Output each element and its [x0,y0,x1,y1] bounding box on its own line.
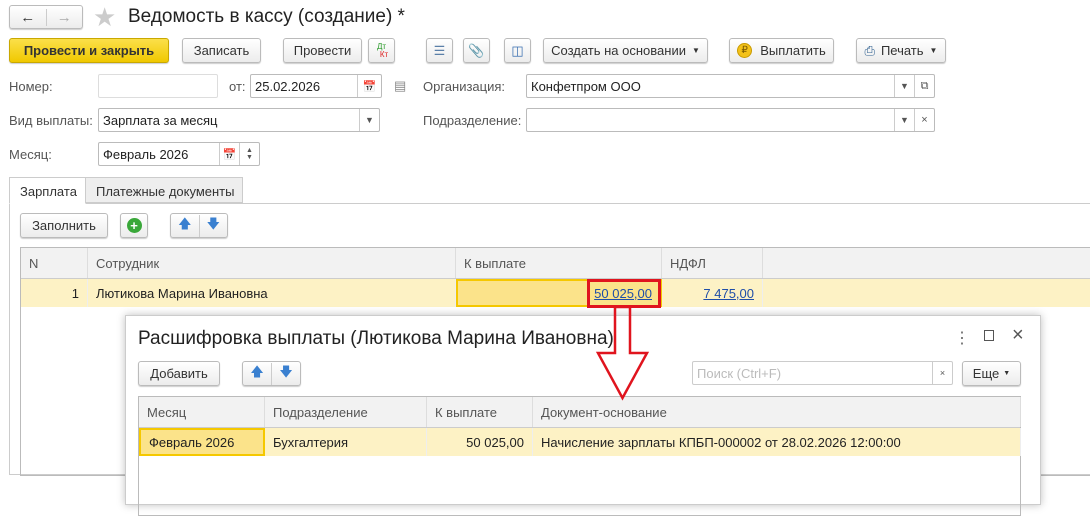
ruble-coin-icon: ₽ [737,43,753,58]
maximize-icon[interactable] [984,330,994,341]
list-icon[interactable]: ☰ [426,38,453,63]
arrow-up-icon[interactable]: 🡅 [243,362,272,385]
more-button[interactable]: Еще ▼ [962,361,1021,386]
col-n[interactable]: N [21,248,88,278]
cell-month[interactable]: Февраль 2026 [139,428,265,456]
tab-payment-documents[interactable]: Платежные документы [85,177,243,203]
post-and-close-button[interactable]: Провести и закрыть [9,38,169,63]
organization-label: Организация: [423,79,506,94]
col-to-pay[interactable]: К выплате [456,248,662,278]
table-row[interactable]: Февраль 2026 Бухгалтерия 50 025,00 Начис… [139,428,1021,456]
clear-icon[interactable]: × [914,109,934,131]
nav-buttons: ← → [9,5,83,29]
close-icon[interactable]: × [1012,324,1024,347]
create-based-on-button[interactable]: Создать на основании ▼ [543,38,708,63]
breakdown-table: Месяц Подразделение К выплате Документ-о… [138,396,1021,516]
calendar-icon[interactable]: 📅 [357,75,381,97]
cell-department: Бухгалтерия [265,428,427,456]
cell-to-pay: 50 025,00 [427,428,533,456]
month-stepper[interactable]: ▲ ▼ [239,143,259,165]
favorite-star-icon[interactable]: ★ [93,2,116,33]
date-value: 25.02.2026 [255,78,321,94]
pay-type-value: Зарплата за месяц [103,112,218,128]
kt-label: Кт [379,49,389,59]
more-vert-icon[interactable]: ⋮ [954,328,970,348]
clear-icon[interactable]: × [932,362,952,384]
window-title: Ведомость в кассу (создание) * [128,6,405,27]
dropdown-icon[interactable]: ▼ [359,109,379,131]
more-label: Еще [972,366,1000,381]
attachment-icon[interactable]: 📎 [463,38,490,63]
cell-n: 1 [21,279,88,307]
col-to-pay[interactable]: К выплате [427,397,533,427]
highlight-box [587,279,661,308]
department-input[interactable]: ▼ × [526,108,935,132]
open-icon[interactable]: ⧉ [914,75,934,97]
pay-type-select[interactable]: Зарплата за месяц ▼ [98,108,380,132]
col-month[interactable]: Месяц [139,397,265,427]
arrow-up-icon[interactable]: 🡅 [171,214,200,237]
chevron-down-icon: ▼ [691,46,700,55]
print-label: Печать [880,43,924,58]
move-buttons: 🡅 🡇 [170,213,228,238]
add-button[interactable]: Добавить [138,361,220,386]
department-label: Подразделение: [423,113,522,128]
back-arrow-icon[interactable]: ← [10,8,47,26]
organization-value: Конфетпром ООО [531,78,641,94]
create-based-label: Создать на основании [551,43,686,58]
month-input[interactable]: Февраль 2026 📅 ▲ ▼ [98,142,260,166]
structure-icon[interactable]: ◫ [504,38,531,63]
plus-icon: + [126,218,142,233]
annotation-arrow-icon [595,306,650,401]
move-buttons: 🡅 🡇 [242,361,301,386]
pay-type-label: Вид выплаты: [9,113,93,128]
cell-ndfl[interactable]: 7 475,00 [662,279,763,307]
arrow-down-icon[interactable]: 🡇 [200,215,228,237]
dropdown-icon[interactable]: ▼ [894,75,914,97]
dialog-title: Расшифровка выплаты (Лютикова Марина Ива… [138,328,614,349]
table-header: Месяц Подразделение К выплате Документ-о… [139,397,1021,428]
comment-icon[interactable]: ▤ [394,78,406,94]
cell-base-document: Начисление зарплаты КПБП-000002 от 28.02… [533,428,1021,456]
col-department[interactable]: Подразделение [265,397,427,427]
save-button[interactable]: Записать [182,38,261,63]
organization-input[interactable]: Конфетпром ООО ▼ ⧉ [526,74,935,98]
number-input[interactable] [98,74,218,98]
dropdown-icon[interactable]: ▼ [894,109,914,131]
ndfl-link[interactable]: 7 475,00 [703,286,754,301]
tab-salary[interactable]: Зарплата [9,177,86,204]
forward-arrow-icon[interactable]: → [47,9,83,26]
search-input[interactable]: Поиск (Ctrl+F) × [692,361,953,385]
date-input[interactable]: 25.02.2026 📅 [250,74,382,98]
arrow-down-icon[interactable]: 🡇 [272,363,300,385]
calendar-icon[interactable]: 📅 [219,143,239,165]
table-header: N Сотрудник К выплате НДФЛ [21,248,1090,279]
cell-employee: Лютикова Марина Ивановна [88,279,456,307]
post-button[interactable]: Провести [283,38,362,63]
col-ndfl[interactable]: НДФЛ [662,248,763,278]
chevron-down-icon: ▼ [929,46,938,55]
add-row-button[interactable]: + [120,213,148,238]
month-value: Февраль 2026 [103,146,189,162]
pay-button[interactable]: ₽ Выплатить [729,38,834,63]
pay-label: Выплатить [760,43,826,58]
payment-breakdown-dialog: Расшифровка выплаты (Лютикова Марина Ива… [125,315,1041,516]
print-button[interactable]: ⎙ Печать ▼ [856,38,946,63]
date-label: от: [229,79,246,94]
search-placeholder: Поиск (Ctrl+F) [697,365,782,381]
printer-icon: ⎙ [864,42,875,58]
col-employee[interactable]: Сотрудник [88,248,456,278]
fill-button[interactable]: Заполнить [20,213,108,238]
number-label: Номер: [9,79,53,94]
table-row[interactable]: 1 Лютикова Марина Ивановна 50 025,00 7 4… [21,279,1090,307]
chevron-down-icon: ▼ [1003,370,1011,377]
month-label: Месяц: [9,147,52,162]
dt-kt-button[interactable]: Дт Кт [368,38,395,63]
